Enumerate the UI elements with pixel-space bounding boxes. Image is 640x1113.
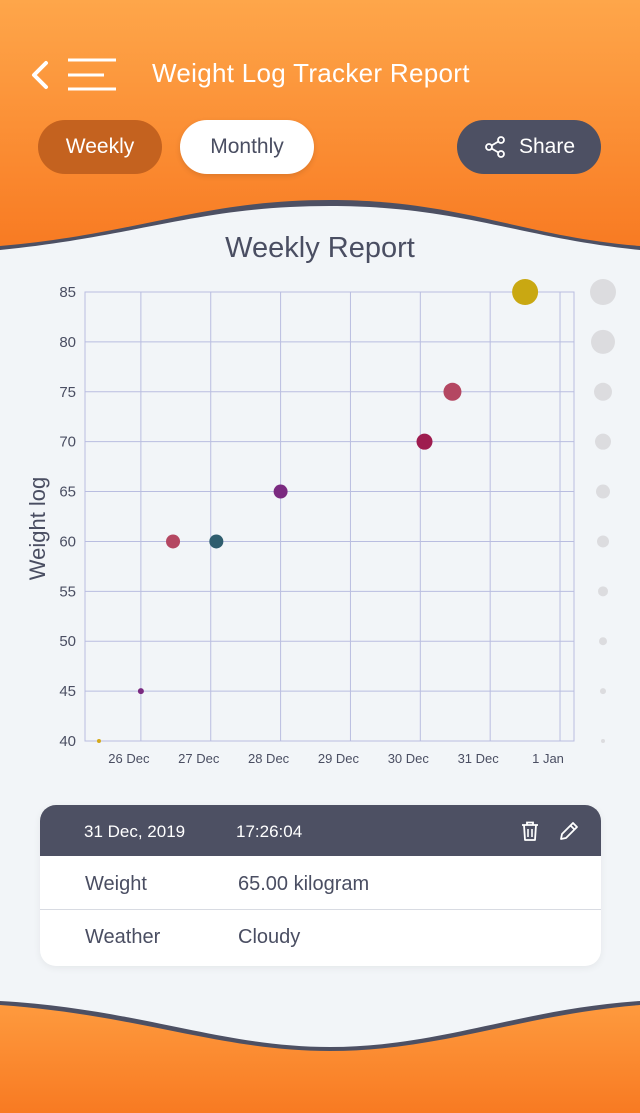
share-label: Share	[518, 135, 576, 158]
y-tick-label: 45	[59, 683, 76, 700]
weekly-scatter-chart: 40 45 50 55 60 65 70 75 80 85 26 Dec 27 Dec 28 Dec 29…	[25, 279, 616, 766]
data-point	[209, 534, 224, 549]
chevron-left-icon	[32, 61, 48, 89]
menu-button[interactable]	[66, 54, 120, 96]
y-tick-label: 65	[59, 484, 76, 501]
footer-background	[0, 1001, 640, 1113]
chart-title: Weekly Report	[225, 232, 415, 264]
size-legend-marker	[598, 586, 608, 597]
weather-value: Cloudy	[238, 926, 301, 948]
weight-label: Weight	[85, 873, 147, 895]
data-point	[137, 688, 144, 695]
data-point	[443, 382, 462, 401]
data-point	[96, 739, 101, 743]
y-tick-label: 70	[59, 434, 76, 451]
size-legend-marker	[599, 637, 607, 646]
hamburger-menu-icon	[68, 58, 116, 91]
x-tick-label: 28 Dec	[248, 751, 290, 766]
entry-row-weight: Weight 65.00 kilogram	[40, 857, 601, 910]
tab-weekly[interactable]: Weekly	[38, 120, 162, 174]
data-point	[512, 279, 539, 305]
pencil-icon[interactable]	[557, 819, 581, 843]
x-tick-label: 29 Dec	[318, 751, 360, 766]
x-tick-label: 30 Dec	[388, 751, 430, 766]
entry-header: 31 Dec, 2019 17:26:04	[40, 805, 601, 856]
y-tick-label: 50	[59, 633, 76, 650]
back-button[interactable]	[24, 56, 56, 96]
entry-row-weather: Weather Cloudy	[40, 910, 601, 963]
plot-area	[84, 291, 575, 742]
size-legend-marker	[601, 739, 605, 743]
y-tick-label: 75	[59, 384, 76, 401]
page-title: Weight Log Tracker Report	[152, 58, 470, 88]
y-tick-label: 80	[59, 334, 76, 351]
data-point	[273, 484, 288, 499]
log-entry-card: 31 Dec, 2019 17:26:04 Weight 65.00 kilog…	[40, 805, 601, 966]
x-tick-label: 27 Dec	[178, 751, 220, 766]
trash-icon[interactable]	[518, 819, 542, 843]
data-point	[416, 433, 433, 450]
weather-label: Weather	[85, 926, 161, 948]
size-legend-marker	[600, 688, 606, 695]
x-tick-label: 26 Dec	[108, 751, 150, 766]
y-tick-label: 60	[59, 533, 76, 550]
size-legend-marker	[596, 484, 610, 499]
y-axis-label: Weight log	[25, 477, 50, 581]
size-legend-marker	[591, 329, 615, 354]
size-legend-marker	[595, 433, 611, 450]
share-icon	[485, 136, 505, 158]
entry-date: 31 Dec, 2019	[84, 822, 186, 841]
y-tick-label: 40	[59, 733, 76, 750]
y-tick-label: 55	[59, 583, 76, 600]
size-legend-marker	[597, 535, 609, 548]
y-tick-label: 85	[59, 284, 76, 301]
entry-time: 17:26:04	[236, 822, 303, 841]
data-point	[166, 534, 181, 549]
size-legend-marker	[594, 382, 612, 401]
weight-value: 65.00 kilogram	[238, 873, 370, 895]
x-tick-label: 31 Dec	[458, 751, 500, 766]
size-legend-marker	[590, 279, 616, 305]
tab-monthly[interactable]: Monthly	[180, 120, 314, 174]
x-tick-label: 1 Jan	[532, 751, 564, 766]
share-button[interactable]: Share	[457, 120, 601, 174]
